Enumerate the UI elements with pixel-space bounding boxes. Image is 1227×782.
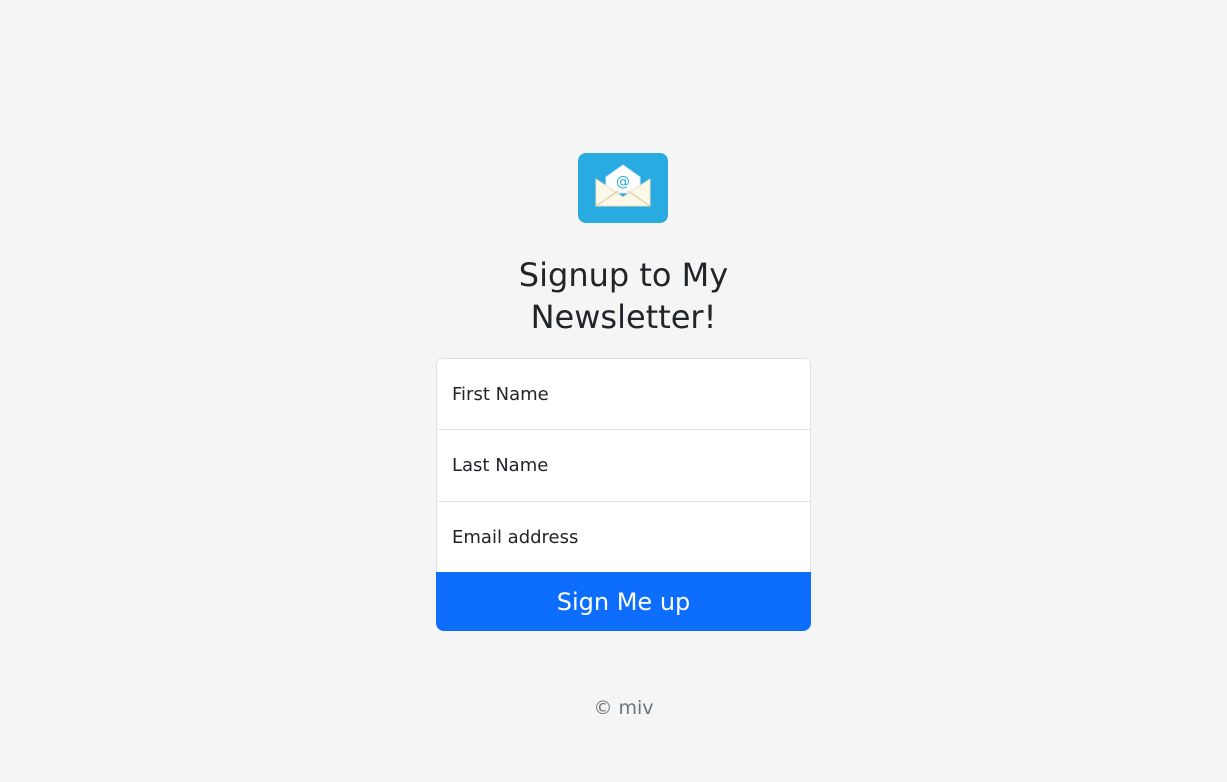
envelope-at-icon: @ bbox=[595, 164, 651, 207]
signup-page: @ Signup to My Newsletter! First Name La… bbox=[0, 0, 1227, 782]
page-title-line-2: Newsletter! bbox=[530, 298, 717, 336]
email-field[interactable]: Email address bbox=[436, 501, 811, 574]
newsletter-logo: @ bbox=[578, 153, 668, 223]
signup-form: First Name Last Name Email address Sign … bbox=[436, 358, 811, 631]
last-name-field[interactable]: Last Name bbox=[436, 429, 811, 502]
page-title: Signup to My Newsletter! bbox=[436, 254, 811, 338]
svg-text:@: @ bbox=[616, 174, 630, 190]
first-name-field[interactable]: First Name bbox=[436, 358, 811, 430]
first-name-placeholder: First Name bbox=[452, 383, 549, 405]
last-name-placeholder: Last Name bbox=[452, 455, 549, 476]
sign-me-up-button[interactable]: Sign Me up bbox=[436, 572, 811, 631]
page-title-line-1: Signup to My bbox=[518, 256, 729, 294]
footer-copyright: © miv bbox=[593, 697, 654, 719]
email-placeholder: Email address bbox=[452, 527, 579, 548]
